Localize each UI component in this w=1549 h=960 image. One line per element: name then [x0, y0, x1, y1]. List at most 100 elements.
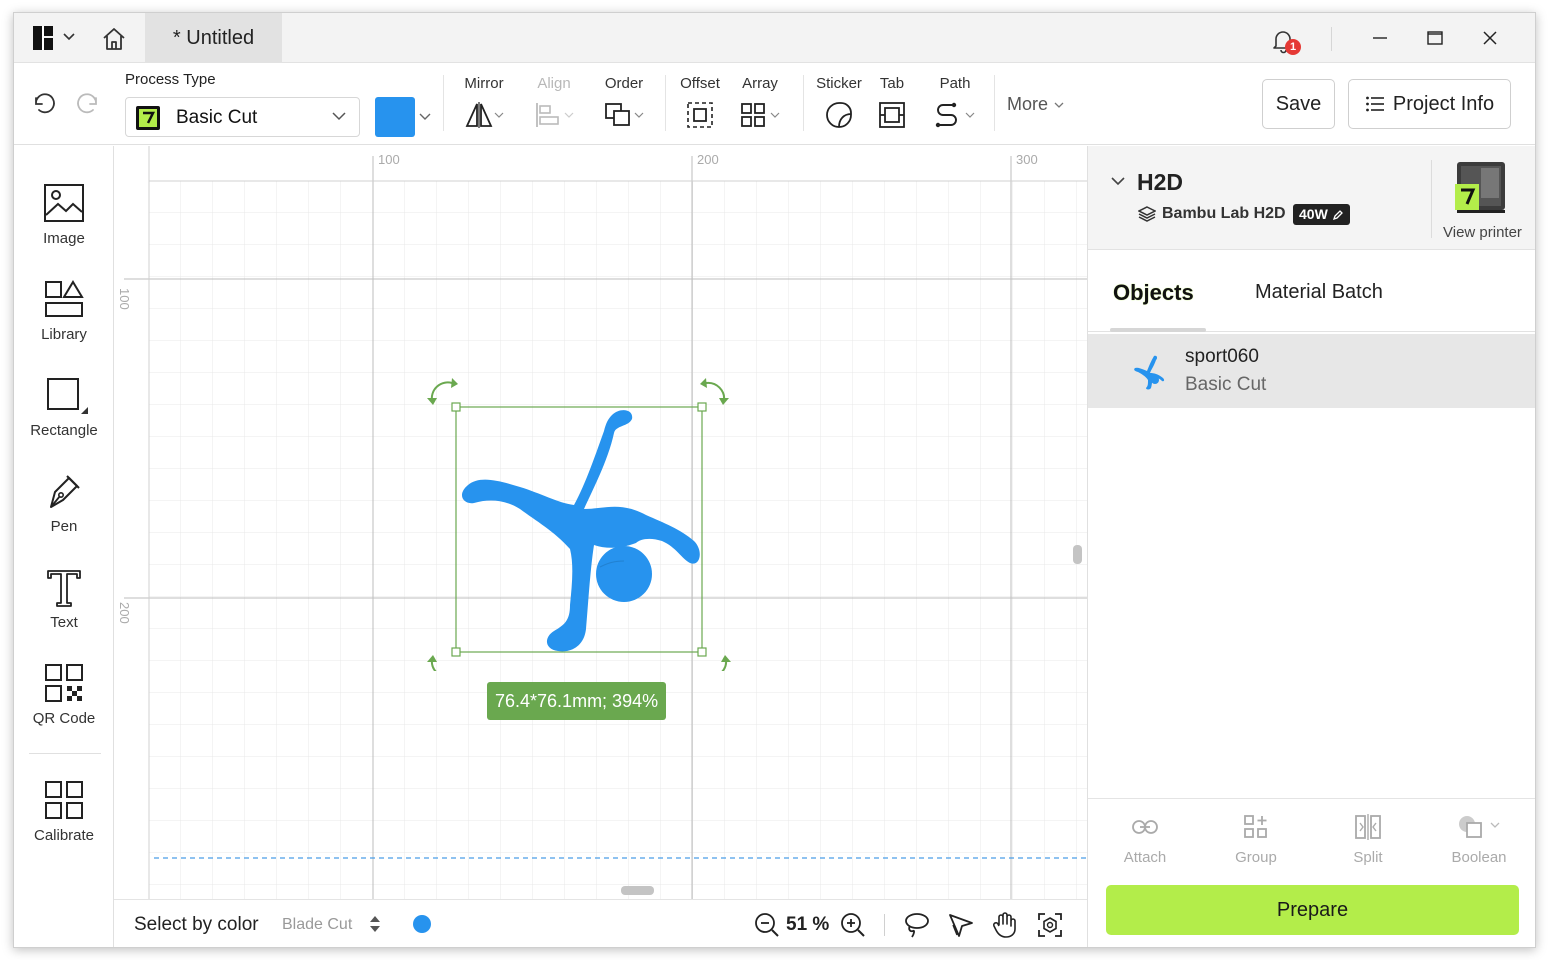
- object-process-type: Basic Cut: [1185, 374, 1267, 395]
- path-icon: [928, 95, 982, 135]
- array-tool[interactable]: Array: [736, 75, 784, 135]
- printer-card[interactable]: H2D Bambu Lab H2D 40W View printer: [1088, 146, 1535, 250]
- chevron-down-icon[interactable]: [1110, 174, 1126, 192]
- library-icon: [14, 276, 114, 322]
- sidebar-item-pen[interactable]: Pen: [14, 468, 114, 535]
- color-filter-dot[interactable]: [413, 915, 431, 933]
- split-button[interactable]: Split: [1328, 813, 1408, 866]
- sport060-figure[interactable]: [424, 371, 734, 671]
- group-button[interactable]: Group: [1216, 813, 1296, 866]
- text-icon: [14, 564, 114, 610]
- notification-badge: 1: [1285, 39, 1301, 55]
- more-chevron-icon: [1054, 102, 1064, 108]
- status-divider: [884, 914, 885, 936]
- sidebar-item-label: Library: [41, 326, 87, 343]
- attach-button[interactable]: Attach: [1105, 813, 1185, 866]
- more-menu[interactable]: More: [1007, 94, 1065, 115]
- undo-icon[interactable]: [28, 89, 58, 119]
- select-cursor-icon[interactable]: [947, 911, 975, 944]
- mirror-icon: [460, 95, 508, 135]
- more-label: More: [1007, 94, 1049, 114]
- ruler-tick-label: 300: [1016, 152, 1038, 167]
- qr-code-icon: [14, 660, 114, 706]
- right-panel-tabs: Objects Material Batch: [1088, 250, 1535, 332]
- home-icon[interactable]: [100, 25, 128, 53]
- sidebar-item-image[interactable]: Image: [14, 180, 114, 247]
- rectangle-icon: [14, 372, 114, 418]
- focus-view-icon[interactable]: [1036, 911, 1064, 944]
- layer-color-swatch[interactable]: [375, 97, 415, 137]
- project-info-label: Project Info: [1392, 92, 1495, 115]
- align-tool[interactable]: Align: [530, 75, 578, 135]
- group-label: Group: [1235, 849, 1277, 866]
- redo-icon[interactable]: [74, 89, 104, 119]
- sidebar-item-text[interactable]: Text: [14, 564, 114, 631]
- sticker-icon: [813, 95, 865, 135]
- project-info-button[interactable]: Project Info: [1348, 79, 1511, 129]
- ruler-tick-label: 200: [117, 602, 132, 624]
- view-printer-link[interactable]: View printer: [1443, 224, 1522, 241]
- array-icon: [736, 95, 784, 135]
- boolean-button[interactable]: Boolean: [1439, 813, 1519, 866]
- color-chevron-icon[interactable]: [418, 109, 432, 127]
- right-panel: H2D Bambu Lab H2D 40W View printer Objec…: [1087, 146, 1535, 947]
- order-icon: [600, 95, 648, 135]
- sidebar-item-library[interactable]: Library: [14, 276, 114, 343]
- sidebar-item-label: Image: [43, 230, 85, 247]
- blade-cut-selector[interactable]: Blade Cut: [282, 916, 352, 934]
- ruler-tick-label: 200: [697, 152, 719, 167]
- path-label: Path: [939, 75, 971, 92]
- object-name: sport060: [1185, 346, 1259, 367]
- offset-label: Offset: [680, 75, 720, 92]
- printer-divider: [1431, 160, 1432, 238]
- sidebar-item-label: Rectangle: [30, 422, 98, 439]
- process-type-select[interactable]: Basic Cut: [125, 97, 360, 137]
- printer-model: Bambu Lab H2D: [1162, 205, 1286, 222]
- chevron-down-icon: [331, 108, 347, 129]
- app-window: * Untitled 1 Process Type Basic Cut Mirr…: [13, 12, 1536, 948]
- sidebar-item-rectangle[interactable]: Rectangle: [14, 372, 114, 439]
- tab-label: Tab: [879, 75, 905, 92]
- document-tab[interactable]: * Untitled: [145, 13, 282, 63]
- maximize-button[interactable]: [1415, 23, 1455, 53]
- offset-icon: [676, 95, 724, 135]
- tab-tool[interactable]: Tab: [870, 75, 914, 135]
- sidebar-item-qr-code[interactable]: QR Code: [14, 660, 114, 727]
- pen-icon: [14, 468, 114, 514]
- mirror-tool[interactable]: Mirror: [460, 75, 508, 135]
- laser-power-badge[interactable]: 40W: [1293, 204, 1350, 225]
- zoom-level: 51 %: [786, 914, 830, 935]
- printer-image[interactable]: [1453, 160, 1509, 214]
- object-thumbnail-icon: [1130, 352, 1170, 397]
- toolbar-divider: [443, 75, 444, 131]
- order-label: Order: [604, 75, 644, 92]
- minimize-button[interactable]: [1360, 23, 1400, 53]
- app-menu-chevron-icon[interactable]: [62, 29, 76, 45]
- tab-objects[interactable]: Objects: [1113, 280, 1194, 306]
- hand-pan-icon[interactable]: [991, 911, 1019, 944]
- tab-icon: [870, 95, 914, 135]
- titlebar-divider: [1331, 27, 1332, 51]
- app-logo-icon[interactable]: [32, 25, 58, 51]
- sticker-tool[interactable]: Sticker: [813, 75, 865, 135]
- zoom-out-icon[interactable]: [754, 912, 780, 943]
- attach-label: Attach: [1123, 849, 1167, 866]
- design-canvas[interactable]: 100 200 300 100 200 76.4*76.1mm; 394%: [114, 146, 1087, 899]
- mirror-label: Mirror: [464, 75, 504, 92]
- order-tool[interactable]: Order: [600, 75, 648, 135]
- tab-material-batch[interactable]: Material Batch: [1255, 281, 1383, 304]
- laser-power-value: 40W: [1299, 206, 1328, 222]
- sidebar-item-calibrate[interactable]: Calibrate: [14, 777, 114, 844]
- sort-arrows-icon[interactable]: [368, 914, 382, 939]
- close-button[interactable]: [1470, 23, 1510, 53]
- zoom-in-icon[interactable]: [840, 912, 866, 943]
- offset-tool[interactable]: Offset: [676, 75, 724, 135]
- prepare-button[interactable]: Prepare: [1106, 885, 1519, 935]
- sidebar-item-label: Text: [50, 614, 78, 631]
- left-tool-sidebar: Image Library Rectangle Pen Text QR Code…: [14, 146, 114, 947]
- lasso-select-icon[interactable]: [902, 911, 930, 944]
- save-button[interactable]: Save: [1262, 79, 1335, 129]
- object-list-item[interactable]: sport060 Basic Cut: [1088, 334, 1535, 408]
- ruler-tick-label: 100: [117, 288, 132, 310]
- path-tool[interactable]: Path: [928, 75, 982, 135]
